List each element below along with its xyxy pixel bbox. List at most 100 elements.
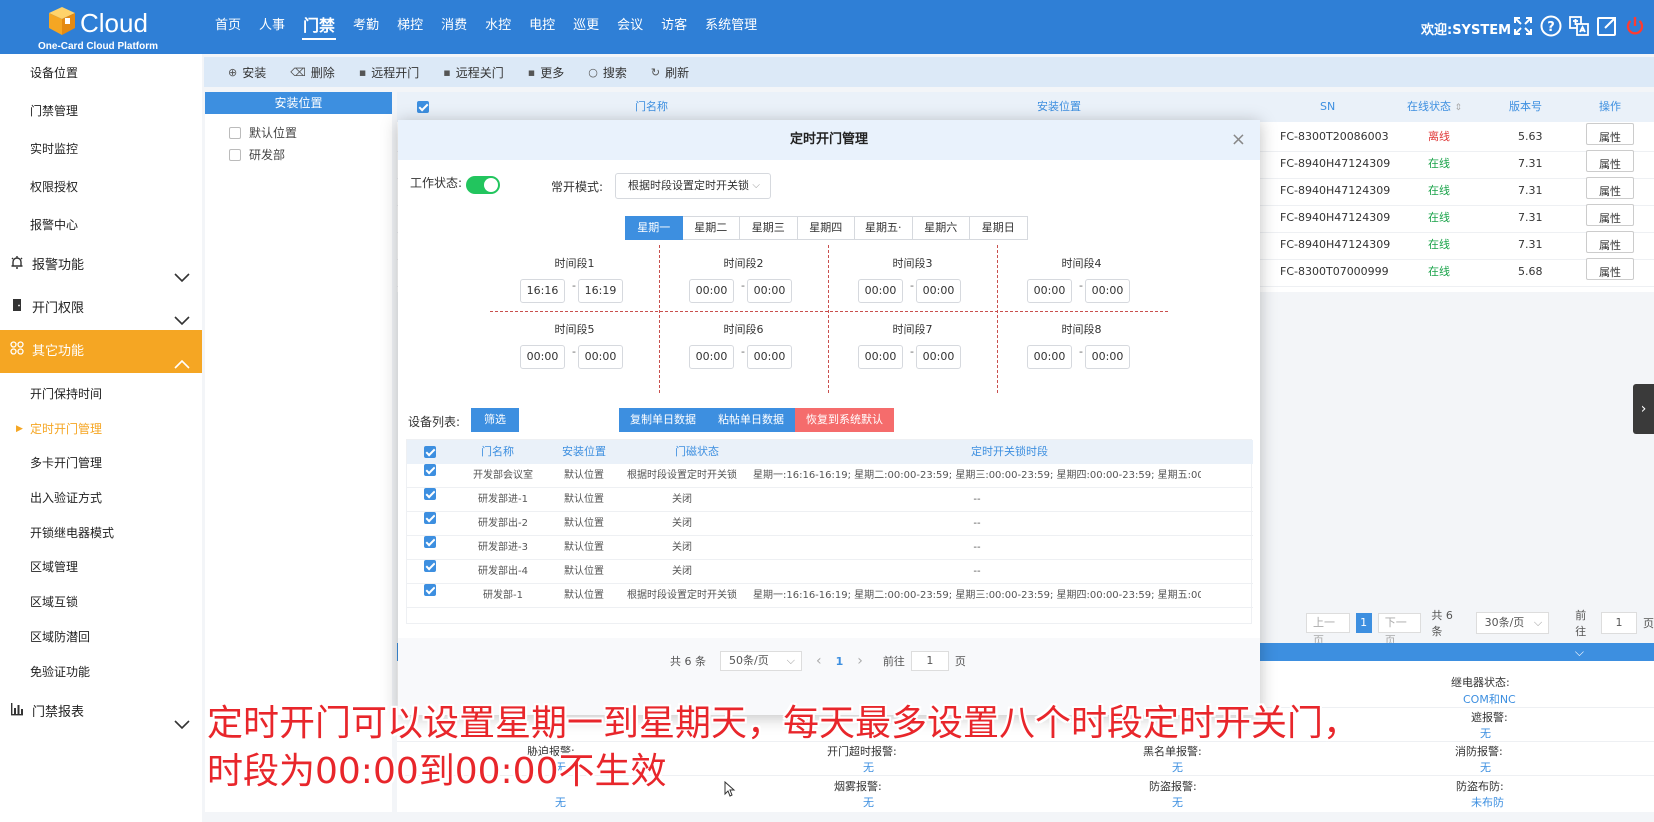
sidebar-group-door-permission[interactable]: 开门权限 [0, 287, 202, 330]
sidebar-sub-item[interactable]: 区域防潜回 [0, 620, 202, 655]
nav-item[interactable]: 会议 [608, 0, 652, 54]
sidebar-sub-item[interactable]: 多卡开门管理 [0, 446, 202, 481]
slot-start-input[interactable]: 00:00 [858, 345, 903, 369]
weekday-tab[interactable]: 星期二 [682, 216, 740, 240]
toolbar-button[interactable]: ↻ 刷新 [639, 64, 701, 81]
weekday-tab[interactable]: 星期五· [855, 216, 913, 240]
row-checkbox[interactable] [424, 512, 436, 524]
nav-item[interactable]: 巡更 [564, 0, 608, 54]
help-icon[interactable]: ? [1540, 14, 1562, 38]
nav-item[interactable]: 梯控 [388, 0, 432, 54]
toolbar-button[interactable]: ▪ 远程关门 [431, 64, 515, 81]
next-page-button[interactable]: › [857, 653, 863, 669]
fullscreen-icon[interactable] [1512, 14, 1534, 38]
close-icon[interactable]: × [1231, 120, 1246, 160]
toolbar-button[interactable]: ▪ 远程开门 [347, 64, 431, 81]
sidebar-item[interactable]: 报警中心 [0, 206, 202, 244]
slot-start-input[interactable]: 00:00 [689, 345, 734, 369]
page-size-select[interactable]: 30条/页 ⌵ [1475, 612, 1550, 634]
slot-start-input[interactable]: 00:00 [1027, 279, 1072, 303]
goto-page-input[interactable]: 1 [910, 651, 949, 671]
power-icon[interactable] [1624, 14, 1646, 38]
prev-page-button[interactable]: ‹ [816, 653, 822, 669]
slot-start-input[interactable]: 00:00 [858, 279, 903, 303]
sidebar-item[interactable]: 门禁管理 [0, 92, 202, 130]
row-checkbox[interactable] [424, 488, 436, 500]
nav-item[interactable]: 系统管理 [696, 0, 766, 54]
row-checkbox[interactable] [424, 584, 436, 596]
next-page-button[interactable]: 下一页 [1377, 613, 1422, 647]
sidebar-group-other[interactable]: 其它功能 [0, 330, 202, 373]
slot-end-input[interactable]: 00:00 [1085, 279, 1130, 303]
nav-item[interactable]: 水控 [476, 0, 520, 54]
sidebar-sub-item[interactable]: 区域管理 [0, 550, 202, 585]
sidebar-group-alarm[interactable]: 报警功能 [0, 244, 202, 287]
property-button[interactable]: 属性 [1586, 123, 1634, 145]
side-panel-toggle[interactable]: › [1633, 384, 1654, 434]
restore-default-button[interactable]: 恢复到系统默认 [795, 408, 894, 432]
select-all-checkbox[interactable] [424, 446, 436, 458]
slot-end-input[interactable]: 00:00 [747, 279, 792, 303]
nav-item[interactable]: 电控 [520, 0, 564, 54]
table-row[interactable]: 研发部-1 默认位置 根据时段设置定时开关锁 星期一:16:16-16:19; 星期二… [407, 584, 1253, 608]
slot-end-input[interactable]: 00:00 [578, 345, 623, 369]
property-button[interactable]: 属性 [1586, 204, 1634, 226]
checkbox[interactable] [229, 149, 241, 161]
sidebar-sub-item[interactable]: 开门保持时间 [0, 377, 202, 412]
select-all-checkbox[interactable] [417, 101, 429, 113]
table-row[interactable]: 研发部进-1 默认位置 关闭 -- [407, 488, 1253, 512]
current-page[interactable]: 1 [836, 655, 844, 668]
location-node[interactable]: 默认位置 [205, 122, 392, 144]
property-button[interactable]: 属性 [1586, 258, 1634, 280]
nav-item[interactable]: 人事 [250, 0, 294, 54]
page-size-select[interactable]: 50条/页 ⌵ [720, 651, 802, 671]
work-status-toggle[interactable] [466, 176, 500, 194]
slot-end-input[interactable]: 16:19 [578, 279, 623, 303]
row-checkbox[interactable] [424, 560, 436, 572]
nav-item[interactable]: 消费 [432, 0, 476, 54]
chevron-down-icon[interactable]: ⌵ [1575, 645, 1584, 660]
slot-end-input[interactable]: 00:00 [916, 279, 961, 303]
checkbox[interactable] [229, 127, 241, 139]
location-node[interactable]: 研发部 [205, 144, 392, 166]
header-status[interactable]: 在线状态 ⇕ [1407, 92, 1462, 123]
language-icon[interactable] [1568, 14, 1590, 38]
weekday-tab[interactable]: 星期四 [797, 216, 855, 240]
slot-end-input[interactable]: 00:00 [747, 345, 792, 369]
weekday-tab[interactable]: 星期三 [740, 216, 798, 240]
nav-item[interactable]: 访客 [652, 0, 696, 54]
weekday-tab[interactable]: 星期六 [912, 216, 970, 240]
toolbar-button[interactable]: ○ 搜索 [576, 64, 639, 81]
sidebar-item[interactable]: 设备位置 [0, 54, 202, 92]
sidebar-item[interactable]: 权限授权 [0, 168, 202, 206]
slot-end-input[interactable]: 00:00 [1085, 345, 1130, 369]
slot-start-input[interactable]: 00:00 [520, 345, 565, 369]
property-button[interactable]: 属性 [1586, 177, 1634, 199]
row-checkbox[interactable] [424, 464, 436, 476]
slot-end-input[interactable]: 00:00 [916, 345, 961, 369]
sidebar-sub-item[interactable]: 定时开门管理 [0, 412, 202, 447]
sidebar-sub-item[interactable]: 区域互锁 [0, 585, 202, 620]
toolbar-button[interactable]: ⌫ 删除 [278, 64, 347, 81]
sidebar-group-report[interactable]: 门禁报表 [0, 691, 202, 734]
nav-item[interactable]: 首页 [206, 0, 250, 54]
weekday-tab[interactable]: 星期日 [970, 216, 1028, 240]
slot-start-input[interactable]: 16:16 [520, 279, 565, 303]
copy-day-button[interactable]: 复制单日数据 [619, 408, 707, 432]
sidebar-sub-item[interactable]: 开锁继电器模式 [0, 516, 202, 551]
slot-start-input[interactable]: 00:00 [1027, 345, 1072, 369]
goto-page-input[interactable]: 1 [1600, 612, 1638, 634]
table-row[interactable]: 研发部进-3 默认位置 关闭 -- [407, 536, 1253, 560]
weekday-tab[interactable]: 星期一 [625, 216, 683, 240]
edit-icon[interactable] [1596, 14, 1618, 38]
slot-start-input[interactable]: 00:00 [689, 279, 734, 303]
current-page[interactable]: 1 [1355, 613, 1372, 633]
sidebar-item[interactable]: 实时监控 [0, 130, 202, 168]
logo[interactable]: Cloud One-Card Cloud Platform [28, 4, 178, 52]
toolbar-button[interactable]: ▪ 更多 [516, 64, 576, 81]
mode-select[interactable]: 根据时段设置定时开关锁 ⌵ [615, 173, 771, 199]
sidebar-sub-item[interactable]: 免验证功能 [0, 655, 202, 690]
paste-day-button[interactable]: 粘帖单日数据 [707, 408, 795, 432]
table-row[interactable]: 研发部出-4 默认位置 关闭 -- [407, 560, 1253, 584]
sidebar-sub-item[interactable]: 出入验证方式 [0, 481, 202, 516]
